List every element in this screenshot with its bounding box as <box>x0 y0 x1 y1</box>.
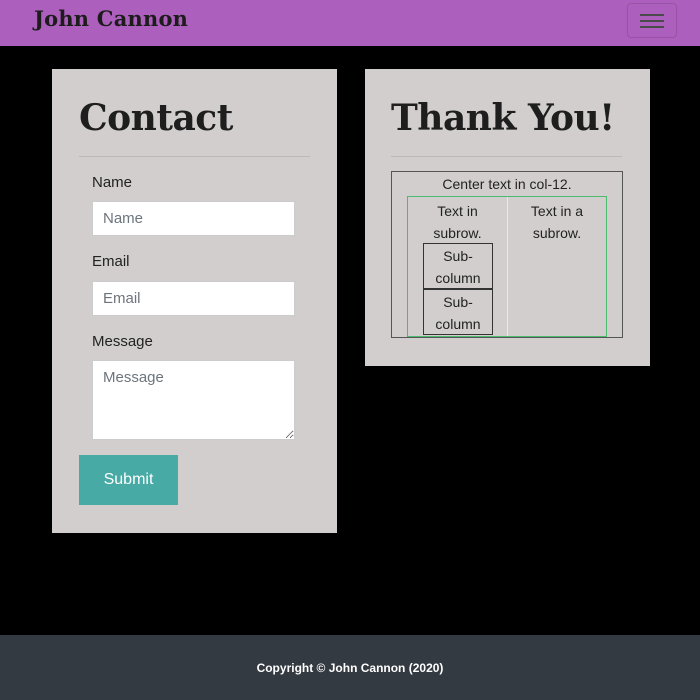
thank-you-card: Thank You! Center text in col-12. Text i… <box>365 69 650 366</box>
subrow-text-left: Text in subrow. <box>433 203 482 241</box>
navbar-toggle-button[interactable] <box>627 3 677 38</box>
contact-divider <box>79 156 310 157</box>
footer-copyright: Copyright © John Cannon (2020) <box>256 661 444 675</box>
name-label: Name <box>92 174 133 191</box>
email-input[interactable] <box>92 281 295 316</box>
sub-column-box: Sub- column <box>423 289 493 335</box>
sub-column-box: Sub- column <box>423 243 493 289</box>
subrow-column-right: Text in a subrow. <box>507 197 606 336</box>
submit-button[interactable]: Submit <box>79 455 178 505</box>
message-label: Message <box>92 333 153 350</box>
message-textarea[interactable] <box>92 360 295 440</box>
email-label: Email <box>92 253 130 270</box>
thank-you-title: Thank You! <box>391 97 615 139</box>
subrow-column-left: Text in subrow. Sub- column Sub- column <box>408 197 507 336</box>
nested-row: Text in subrow. Sub- column Sub- column … <box>407 196 607 337</box>
contact-title: Contact <box>79 97 233 139</box>
page-footer: Copyright © John Cannon (2020) <box>0 635 700 700</box>
brand-link[interactable]: John Cannon <box>34 6 188 31</box>
thank-you-divider <box>391 156 622 157</box>
center-text: Center text in col-12. <box>442 176 572 192</box>
grid-demo-container: Center text in col-12. Text in subrow. S… <box>391 171 623 338</box>
top-navbar: John Cannon <box>0 0 700 46</box>
name-input[interactable] <box>92 201 295 236</box>
contact-card: Contact Name Email Message Submit <box>52 69 337 533</box>
subrow-text-right: Text in a subrow. <box>530 203 584 241</box>
